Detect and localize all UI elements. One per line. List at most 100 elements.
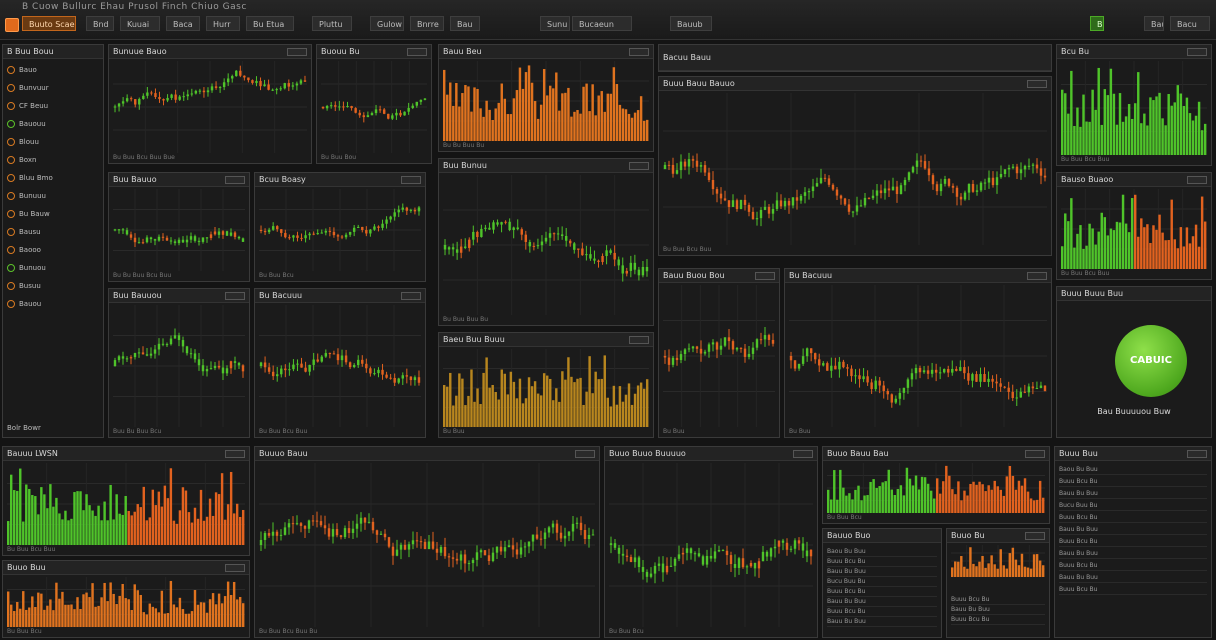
volume-bar (133, 584, 136, 627)
volume-bar (576, 110, 579, 141)
toolbar-button-11[interactable]: Sunu (540, 16, 570, 31)
volume-bar (999, 489, 1003, 513)
volume-bar (118, 513, 121, 545)
volume-bar (449, 372, 452, 427)
panel-menu-icon[interactable] (407, 48, 427, 56)
toolbar-button-16[interactable]: Bacu (1170, 16, 1210, 31)
chart-panel[interactable]: Bcuu Boasy Bu Buu Bcu (254, 172, 426, 282)
sidebar-item[interactable]: CF Beuu (7, 99, 99, 113)
chart-panel[interactable]: Bauu Buou Bou Bu Buu (658, 268, 780, 438)
candle-body (395, 549, 399, 556)
toolbar-button-8[interactable]: Gulow (370, 16, 404, 31)
chart-panel[interactable]: Baeu Buu Buuu Bu Buu (438, 332, 654, 438)
panel-menu-icon[interactable] (755, 272, 775, 280)
toolbar-button-3[interactable]: Kuuai (120, 16, 160, 31)
panel-menu-icon[interactable] (1187, 176, 1207, 184)
panel-menu-icon[interactable] (1025, 450, 1045, 458)
badge-panel[interactable]: Buuu Buuu Buu CABUIC Bau Buuuuou Buw (1056, 286, 1212, 438)
panel-menu-icon[interactable] (575, 450, 595, 458)
sidebar-item[interactable]: Bu Bauw (7, 207, 99, 221)
sidebar-item[interactable]: Busuu (7, 279, 99, 293)
toolbar-button-10[interactable]: Bau (450, 16, 480, 31)
chart-panel[interactable]: Buuo Buu Bu Buu Bcu (2, 560, 250, 638)
panel-menu-icon[interactable] (225, 564, 245, 572)
chart-panel[interactable]: Buouu Bu Bu Buu Bou (316, 44, 432, 164)
sidebar-item[interactable]: Bausu (7, 225, 99, 239)
panel-menu-icon[interactable] (1027, 272, 1047, 280)
chart-panel[interactable]: Bu Bacuuu Bu Buu (784, 268, 1052, 438)
panel-menu-icon[interactable] (629, 48, 649, 56)
candle-body (476, 231, 479, 238)
chart-panel[interactable]: Bauso Buaoo Bu Buu Bcu Buu (1056, 172, 1212, 280)
panel-menu-icon[interactable] (1187, 450, 1207, 458)
candle-body (407, 107, 410, 112)
toolbar-button-2[interactable]: Bnd (86, 16, 114, 31)
toolbar-button-5[interactable]: Hurr (206, 16, 240, 31)
volume-bar (139, 507, 142, 545)
sidebar-item[interactable]: Bunuou (7, 261, 99, 275)
sidebar-item[interactable]: Blouu (7, 135, 99, 149)
toolbar-button-13[interactable]: Bauub (670, 16, 712, 31)
toolbar-button-4[interactable]: Baca (166, 16, 200, 31)
volume-bar (954, 494, 957, 513)
candle-body (173, 241, 177, 244)
sidebar-item[interactable]: Bauouu (7, 117, 99, 131)
candle-body (419, 99, 423, 102)
panel-menu-icon[interactable] (401, 292, 421, 300)
chart-panel[interactable]: Buu Bunuu Bu Buu Buu Bu (438, 158, 654, 326)
status-badge[interactable]: CABUIC (1115, 325, 1187, 397)
panel-menu-icon[interactable] (401, 176, 421, 184)
sidebar-item[interactable]: Bunvuur (7, 81, 99, 95)
panel-menu-icon[interactable] (1187, 48, 1207, 56)
toolbar-button-12[interactable]: Bucaeun (572, 16, 632, 31)
panel-menu-icon[interactable] (629, 162, 649, 170)
sidebar-item[interactable]: Boxn (7, 153, 99, 167)
sidebar-footer[interactable]: Bolr Bowr (7, 421, 99, 435)
sidebar-item[interactable]: Bauou (7, 297, 99, 311)
toolbar-button-14[interactable]: Bu (1090, 16, 1104, 31)
panel-menu-icon[interactable] (225, 450, 245, 458)
volume-bar (1041, 565, 1045, 577)
chart-panel[interactable]: Buuo Bauu Bau Bu Buu Bcu (822, 446, 1050, 524)
chart-svg (7, 577, 245, 627)
table-panel[interactable]: Buuu Buu Baou Bu Buu Buuu Bcu Bu Bauu Bu… (1054, 446, 1212, 638)
candle-body (1011, 166, 1015, 168)
toolbar-button-15[interactable]: Bauic (1144, 16, 1164, 31)
panel-menu-icon[interactable] (287, 48, 307, 56)
panel-menu-icon[interactable] (1025, 532, 1045, 540)
panel-menu-icon[interactable] (793, 450, 813, 458)
menu-bar[interactable]: B Cuow Bullurc Ehau Prusol Finch Chiuo G… (22, 2, 247, 12)
chart-panel[interactable]: Bauuu LWSN Bu Buu Bcu Buu (2, 446, 250, 556)
chart-panel[interactable]: Buuuo Bauu Bu Buu Bcu Buu Bu (254, 446, 600, 638)
toolbar-button-6[interactable]: Bu Etua (246, 16, 294, 31)
panel-menu-icon[interactable] (1027, 80, 1047, 88)
toolbar-button-7[interactable]: Pluttu (312, 16, 352, 31)
chart-panel[interactable]: Bu Bacuuu Bu Buu Bcu Buu (254, 288, 426, 438)
chart-panel[interactable]: Buuu Bauu Bauuo Bu Buu Bcu Buu (658, 76, 1052, 256)
chart-panel[interactable]: Bunuue Bauo Bu Buu Bcu Buu Bue (108, 44, 312, 164)
chart-panel[interactable]: Bauu Beu Bu Bu Buu Bu (438, 44, 654, 152)
candle-body (926, 370, 930, 374)
panel-menu-icon[interactable] (629, 336, 649, 344)
candle-body (263, 533, 267, 540)
chart-panel[interactable]: Buuo Bu Buuu Bcu Bu Bauu Bu Buu Buuu Bcu… (946, 528, 1050, 638)
sidebar-item[interactable]: Bunuuu (7, 189, 99, 203)
sidebar-item[interactable]: Baooo (7, 243, 99, 257)
volume-bar (22, 591, 25, 627)
candle-body (137, 352, 141, 354)
panel-menu-icon[interactable] (225, 292, 245, 300)
chart-panel[interactable]: Buuo Buuo Buuuuo Bu Buu Bcu (604, 446, 818, 638)
sidebar-item[interactable]: Bluu Bmo (7, 171, 99, 185)
candle-body (229, 232, 233, 236)
table-panel[interactable]: Bauuo Buo Baou Bu Buu Buuu Bcu Bu Bauu B… (822, 528, 942, 638)
orange-app-icon[interactable] (5, 18, 19, 32)
chart-panel[interactable]: Buu Bauuo Bu Bu Buu Bcu Buu (108, 172, 250, 282)
panel-menu-icon[interactable] (225, 176, 245, 184)
volume-bar (199, 489, 203, 545)
toolbar-button-1[interactable]: Buuto Scae (22, 16, 76, 31)
toolbar-button-9[interactable]: Bnrre (410, 16, 444, 31)
volume-bar (633, 112, 637, 141)
chart-panel[interactable]: Bcu Bu Bu Buu Bcu Buu (1056, 44, 1212, 166)
sidebar-item[interactable]: Bauo (7, 63, 99, 77)
chart-panel[interactable]: Buu Bauuou Buu Bu Buu Bcu (108, 288, 250, 438)
